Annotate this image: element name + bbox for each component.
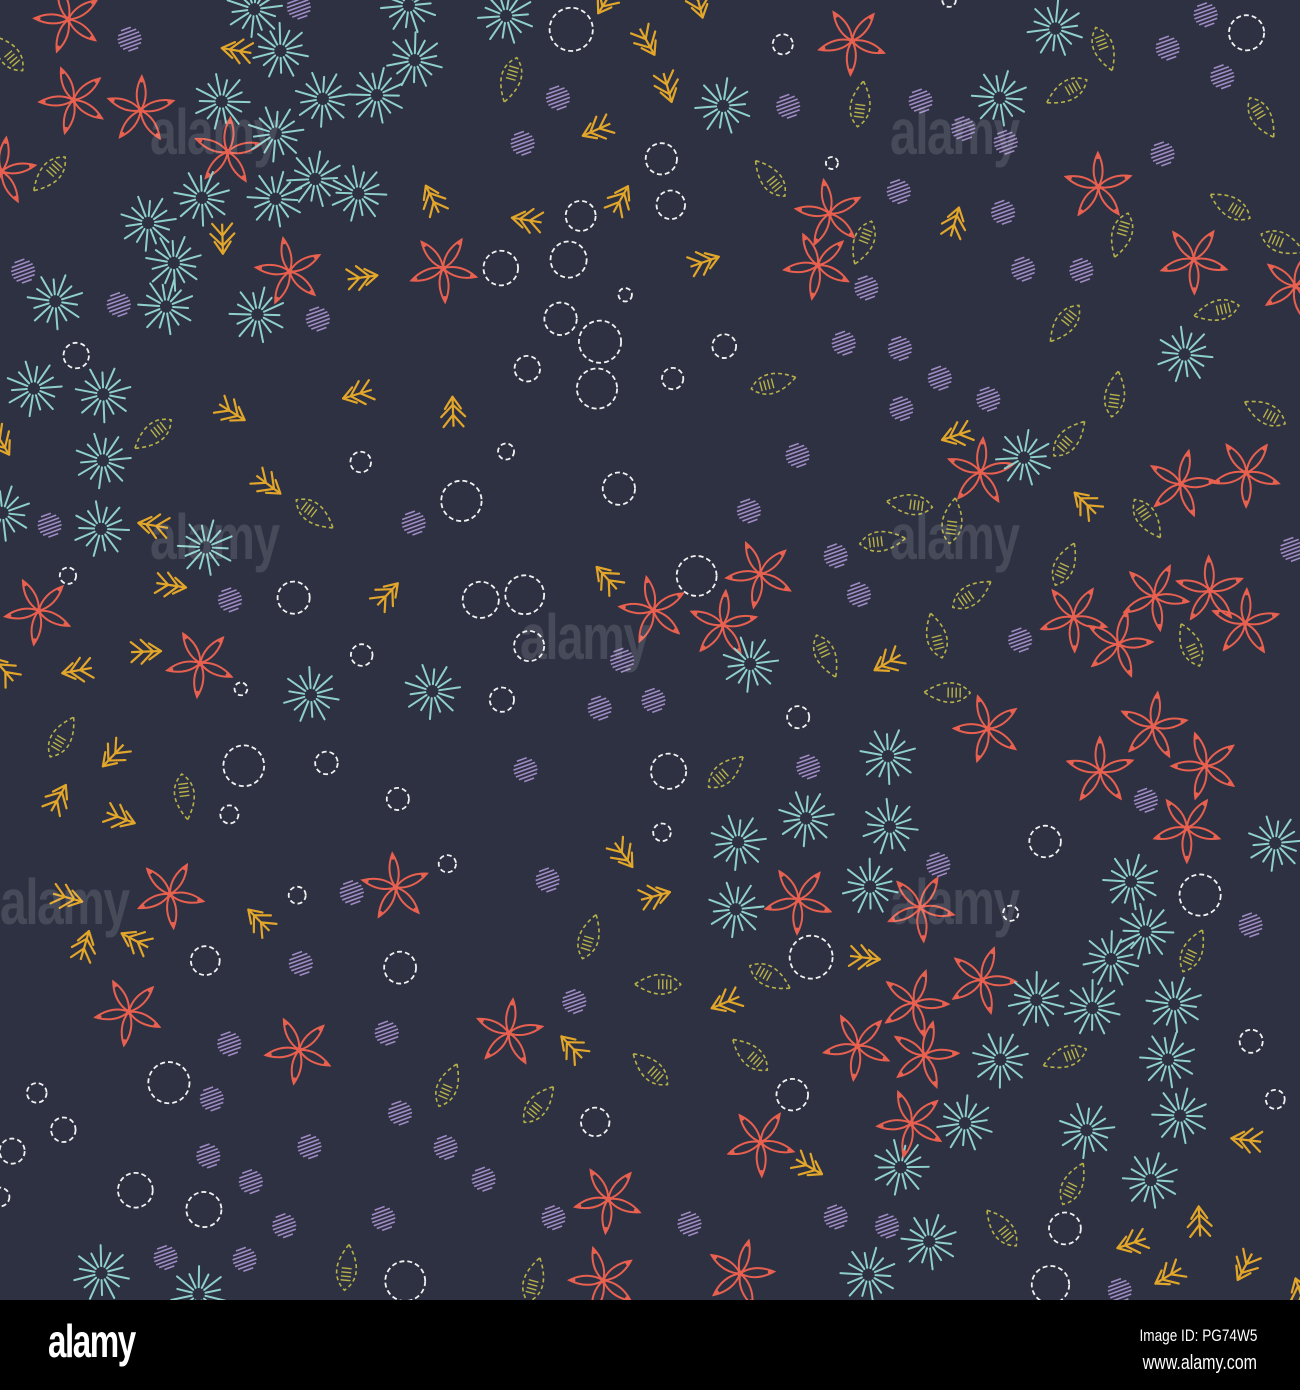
image-id: Image ID: PG74W5 xyxy=(1139,1326,1257,1345)
site-url: www.alamy.com xyxy=(1142,1352,1257,1374)
alamy-logo: alamy xyxy=(48,1315,136,1367)
seamless-pattern xyxy=(0,0,1300,1300)
footer-bar: alamy Image ID: PG74W5 www.alamy.com xyxy=(0,1300,1300,1390)
